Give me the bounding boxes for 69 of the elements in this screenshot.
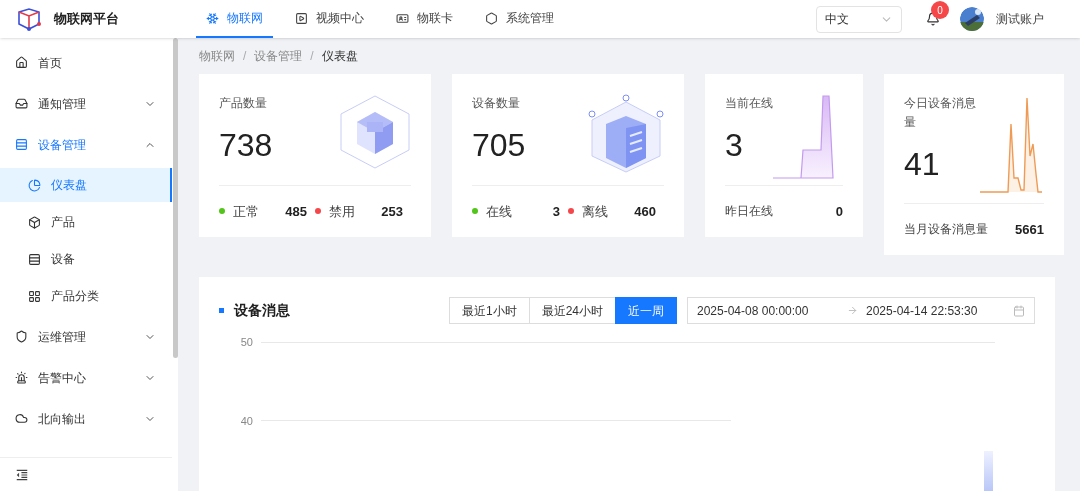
range-tab[interactable]: 近一周	[615, 297, 677, 324]
range-tab[interactable]: 最近1小时	[448, 297, 530, 324]
footer-value: 0	[835, 202, 843, 221]
language-select[interactable]: 中文	[816, 5, 902, 33]
breadcrumb-item: 仪表盘	[321, 48, 358, 65]
submenu-item[interactable]: 仪表盘	[0, 168, 172, 202]
card-value: 3	[725, 129, 744, 161]
footer-value: 5661	[1015, 220, 1044, 239]
card-title: 设备数量	[472, 95, 521, 112]
breadcrumb-separator: /	[310, 48, 314, 65]
notification-badge: 0	[931, 1, 949, 19]
list-icon	[15, 138, 28, 151]
menu-item[interactable]: 告警中心	[0, 357, 172, 398]
menu-item[interactable]: 首页	[0, 42, 172, 83]
chart-area-shape	[984, 451, 993, 491]
card-title: 产品数量	[219, 95, 268, 112]
list-icon	[28, 252, 41, 266]
card-title: 今日设备消息量	[904, 95, 977, 131]
status-label: 在线	[486, 202, 513, 221]
range-tab[interactable]: 最近24小时	[528, 297, 616, 324]
axis-label: 40	[239, 413, 254, 429]
bell-icon[interactable]	[926, 12, 940, 26]
menu-item[interactable]: 设备管理	[0, 124, 172, 165]
menu-item[interactable]: 北向输出	[0, 398, 172, 439]
siren-icon	[15, 371, 28, 384]
cloud-icon	[15, 412, 28, 425]
status-value: 460	[633, 202, 656, 221]
arrow-right-icon	[847, 305, 858, 316]
inbox-icon	[15, 97, 28, 110]
card-value: 41	[904, 148, 941, 180]
shield-icon	[15, 330, 28, 343]
menu-item[interactable]: 通知管理	[0, 83, 172, 124]
brand-name: 物联网平台	[54, 10, 119, 29]
logo-icon	[16, 7, 42, 31]
card-value: 705	[472, 129, 527, 161]
submenu-item[interactable]: 产品分类	[0, 279, 172, 313]
grid-icon	[28, 289, 41, 303]
square-icon	[219, 308, 224, 313]
nav-tab[interactable]: 物联卡	[386, 0, 463, 38]
menu-item[interactable]: 运维管理	[0, 316, 172, 357]
card-value: 738	[219, 129, 274, 161]
hexagon-icon	[485, 11, 498, 25]
user-name[interactable]: 测试账户	[996, 10, 1044, 28]
card-icon	[396, 11, 409, 25]
breadcrumb-separator: /	[243, 48, 247, 65]
footer-label: 昨日在线	[725, 203, 773, 221]
home-icon	[15, 56, 28, 69]
submenu-item[interactable]: 设备	[0, 242, 172, 276]
date-range-field[interactable]: 2025-04-08 00:00:00 2025-04-14 22:53:30	[687, 297, 1035, 324]
nav-tab[interactable]: 视频中心	[285, 0, 374, 38]
status-value: 485	[284, 202, 307, 221]
play-icon	[295, 11, 308, 25]
snowflake-icon	[206, 11, 219, 25]
status-label: 正常	[233, 202, 260, 221]
cube-icon	[28, 215, 41, 229]
footer-label: 当月设备消息量	[904, 221, 988, 239]
status-value: 3	[551, 202, 560, 221]
submenu-item[interactable]: 产品	[0, 205, 172, 239]
nav-tab[interactable]: 系统管理	[475, 0, 564, 38]
card-title: 当前在线	[725, 95, 773, 112]
axis-label: 50	[239, 335, 254, 350]
collapse-icon[interactable]	[15, 467, 29, 482]
status-label: 禁用	[329, 202, 356, 221]
panel-title: 设备消息	[234, 301, 290, 320]
status-value: 253	[380, 202, 403, 221]
nav-tab[interactable]: 物联网	[196, 0, 273, 38]
status-label: 离线	[582, 202, 609, 221]
calendar-icon	[1013, 304, 1025, 317]
pie-chart-icon	[28, 178, 41, 192]
